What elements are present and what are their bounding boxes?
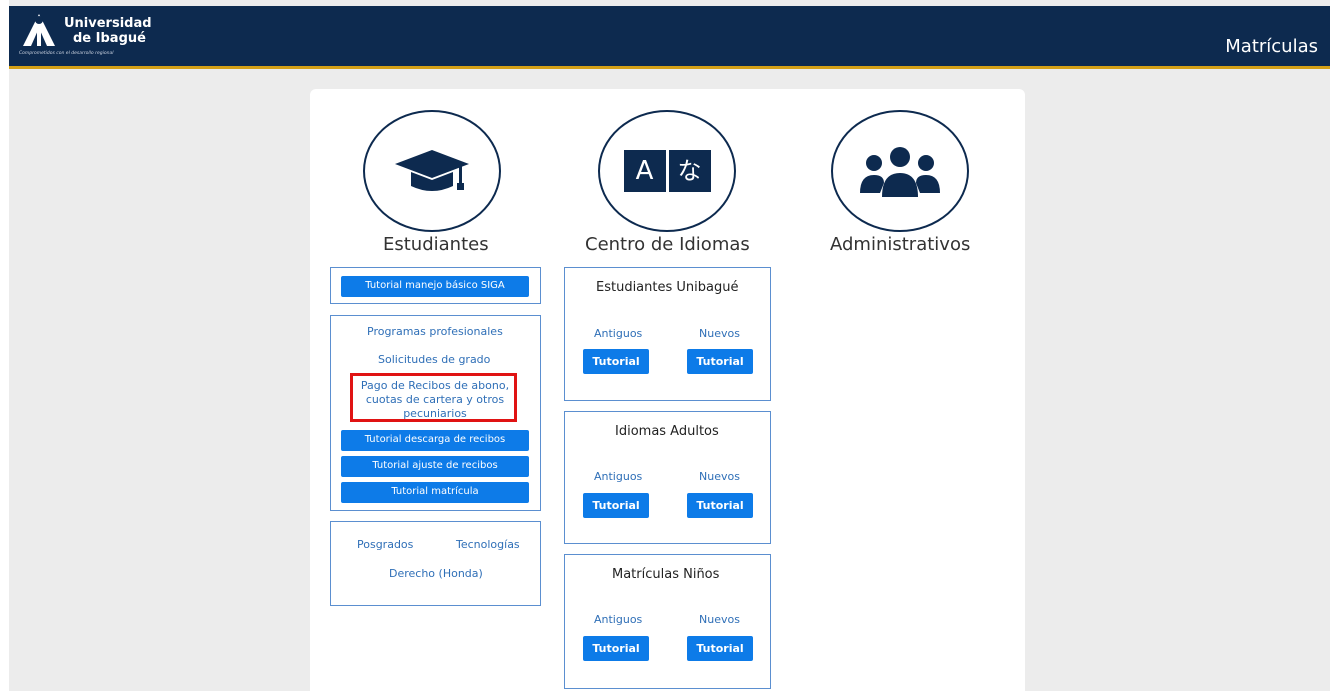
old-tutorial-button[interactable]: Tutorial bbox=[583, 636, 649, 661]
law-honda-link[interactable]: Derecho (Honda) bbox=[389, 567, 483, 580]
language-glyph-a: A bbox=[623, 150, 666, 192]
language-glyph-b: な bbox=[668, 150, 711, 192]
new-students-label: Nuevos bbox=[699, 613, 740, 626]
children-enrollment-box: Matrículas Niños Antiguos Nuevos Tutoria… bbox=[564, 554, 771, 689]
new-tutorial-button[interactable]: Tutorial bbox=[687, 493, 753, 518]
box-title: Idiomas Adultos bbox=[615, 424, 719, 439]
old-tutorial-button[interactable]: Tutorial bbox=[583, 349, 649, 374]
download-receipts-tutorial-button[interactable]: Tutorial descarga de recibos bbox=[341, 430, 529, 451]
logo-text-line2: de Ibagué bbox=[73, 31, 146, 46]
siga-box: Tutorial manejo básico SIGA bbox=[330, 267, 541, 304]
languages-title: Centro de Idiomas bbox=[585, 234, 750, 255]
students-title: Estudiantes bbox=[383, 234, 489, 255]
admin-circle[interactable] bbox=[831, 110, 969, 232]
professional-programs-link[interactable]: Programas profesionales bbox=[367, 325, 503, 338]
old-students-label: Antiguos bbox=[594, 613, 643, 626]
logo-text-line1: Universidad bbox=[64, 16, 152, 31]
left-edge bbox=[0, 0, 9, 691]
old-students-label: Antiguos bbox=[594, 470, 643, 483]
siga-tutorial-button[interactable]: Tutorial manejo básico SIGA bbox=[341, 276, 529, 297]
box-title: Estudiantes Unibagué bbox=[596, 280, 739, 295]
unibague-students-box: Estudiantes Unibagué Antiguos Nuevos Tut… bbox=[564, 267, 771, 401]
new-tutorial-button[interactable]: Tutorial bbox=[687, 636, 753, 661]
logo-emblem-icon bbox=[23, 14, 55, 46]
language-icon: A な bbox=[623, 150, 711, 192]
page-background: Universidad de Ibagué Comprometidos con … bbox=[0, 0, 1330, 691]
postgrad-link[interactable]: Posgrados bbox=[357, 538, 413, 551]
old-students-label: Antiguos bbox=[594, 327, 643, 340]
new-tutorial-button[interactable]: Tutorial bbox=[687, 349, 753, 374]
admin-title: Administrativos bbox=[830, 234, 971, 255]
enrollment-tutorial-button[interactable]: Tutorial matrícula bbox=[341, 482, 529, 503]
graduation-cap-icon bbox=[395, 150, 469, 191]
technologies-link[interactable]: Tecnologías bbox=[456, 538, 520, 551]
university-logo[interactable]: Universidad de Ibagué Comprometidos con … bbox=[19, 10, 159, 62]
users-icon bbox=[860, 147, 940, 197]
students-circle[interactable] bbox=[363, 110, 501, 232]
page-title: Matrículas bbox=[1225, 36, 1318, 57]
new-students-label: Nuevos bbox=[699, 327, 740, 340]
highlight-box bbox=[350, 373, 517, 422]
degree-requests-link[interactable]: Solicitudes de grado bbox=[378, 353, 490, 366]
adjust-receipts-tutorial-button[interactable]: Tutorial ajuste de recibos bbox=[341, 456, 529, 477]
adult-languages-box: Idiomas Adultos Antiguos Nuevos Tutorial… bbox=[564, 411, 771, 544]
box-title: Matrículas Niños bbox=[612, 567, 720, 582]
logo-tagline: Comprometidos con el desarrollo regional bbox=[19, 51, 114, 56]
other-programs-box: Posgrados Tecnologías Derecho (Honda) bbox=[330, 521, 541, 606]
old-tutorial-button[interactable]: Tutorial bbox=[583, 493, 649, 518]
languages-circle[interactable]: A な bbox=[598, 110, 736, 232]
new-students-label: Nuevos bbox=[699, 470, 740, 483]
top-header: Universidad de Ibagué Comprometidos con … bbox=[9, 6, 1330, 69]
